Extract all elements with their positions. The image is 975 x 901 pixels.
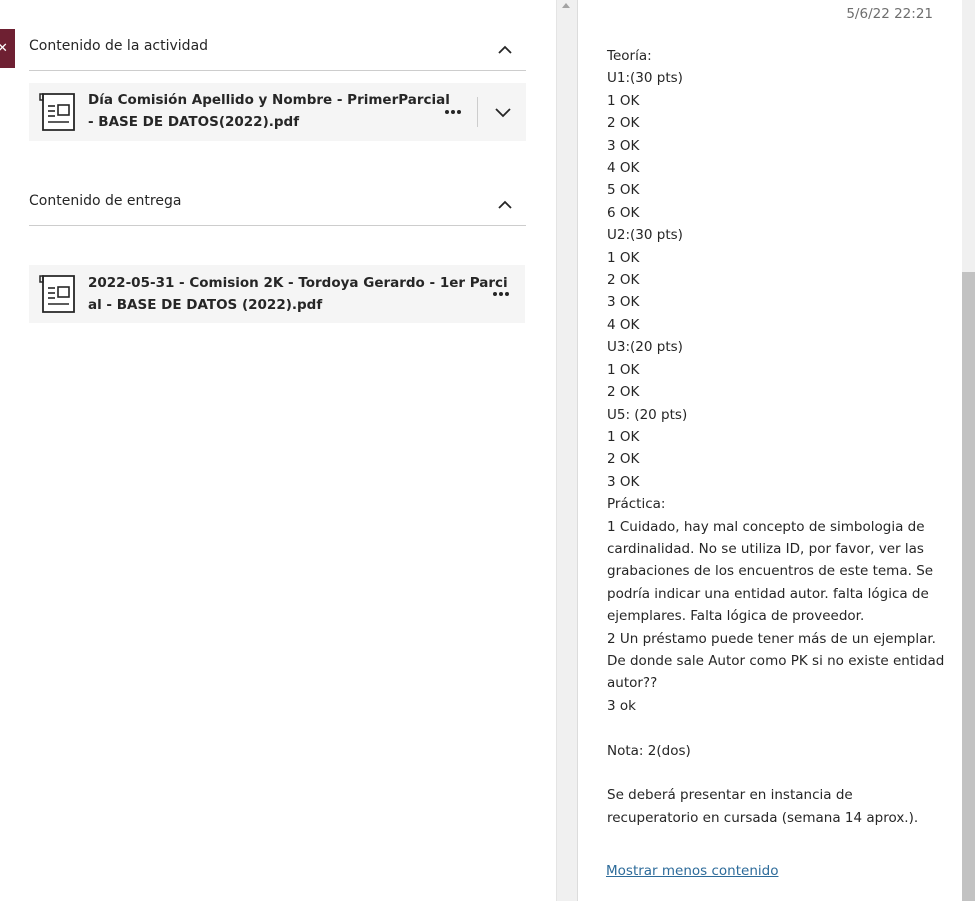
practica-1: 1 Cuidado, hay mal concepto de simbologi… <box>607 518 934 625</box>
scroll-up-arrow-icon[interactable] <box>562 3 570 8</box>
feedback-line: 1 OK <box>607 428 640 445</box>
feedback-line: 6 OK <box>607 204 640 221</box>
feedback-body: Teoría: U1:(30 pts) 1 OK 2 OK 3 OK 4 OK 5 OK 6 … <box>607 45 947 829</box>
feedback-line: Teoría: <box>607 48 652 64</box>
submission-content-title: Contenido de entrega <box>29 193 182 209</box>
submission-content-header[interactable]: Contenido de entrega <box>29 180 526 226</box>
chevron-down-icon[interactable] <box>495 105 511 119</box>
practica-3: 3 ok <box>607 697 636 714</box>
recuperatorio-note: Se deberá presentar en instancia de recu… <box>607 787 919 826</box>
grade-note: Nota: 2(dos) <box>607 742 691 759</box>
submission-file-card[interactable]: 2022-05-31 - Comision 2K - Tordoya Gerar… <box>29 265 525 323</box>
more-options-icon[interactable] <box>444 109 462 115</box>
submission-file-name[interactable]: 2022-05-31 - Comision 2K - Tordoya Gerar… <box>88 273 508 316</box>
feedback-line: 3 OK <box>607 473 640 490</box>
feedback-line: 2 OK <box>607 272 640 289</box>
more-options-icon[interactable] <box>492 291 510 297</box>
document-icon <box>39 93 75 131</box>
activity-file-card[interactable]: Día Comisión Apellido y Nombre - PrimerP… <box>29 83 526 141</box>
feedback-line: 2 OK <box>607 115 640 132</box>
activity-content-header[interactable]: Contenido de la actividad <box>29 25 526 71</box>
feedback-line: U1:(30 pts) <box>607 70 683 87</box>
feedback-lines: Teoría: U1:(30 pts) 1 OK 2 OK 3 OK 4 OK 5 OK 6 … <box>607 45 947 516</box>
feedback-line: Práctica: <box>607 496 666 513</box>
feedback-timestamp: 5/6/22 22:21 <box>846 6 933 22</box>
chevron-up-icon[interactable] <box>498 43 512 57</box>
left-panel: Contenido de la actividad Día Comisión A… <box>29 0 526 901</box>
feedback-line: 1 OK <box>607 249 640 266</box>
close-panel-button[interactable]: ✕ <box>0 29 15 68</box>
feedback-line: 2 OK <box>607 384 640 401</box>
feedback-line: 3 OK <box>607 137 640 154</box>
practica-2: 2 Un préstamo puede tener más de un ejem… <box>607 630 945 692</box>
feedback-line: U5: (20 pts) <box>607 406 688 423</box>
feedback-line: 4 OK <box>607 160 640 177</box>
activity-file-name[interactable]: Día Comisión Apellido y Nombre - PrimerP… <box>88 90 450 133</box>
feedback-line: 5 OK <box>607 182 640 199</box>
divider <box>477 97 478 127</box>
feedback-line: 4 OK <box>607 316 640 333</box>
left-panel-scrollbar[interactable] <box>556 0 578 901</box>
close-icon: ✕ <box>0 41 8 56</box>
feedback-line: 3 OK <box>607 294 640 311</box>
feedback-line: 1 OK <box>607 92 640 109</box>
show-less-link[interactable]: Mostrar menos contenido <box>606 863 778 879</box>
activity-content-title: Contenido de la actividad <box>29 38 209 54</box>
chevron-up-icon[interactable] <box>498 198 512 212</box>
document-icon <box>39 275 75 313</box>
right-scrollbar-thumb[interactable] <box>962 272 975 901</box>
feedback-line: 2 OK <box>607 451 640 468</box>
feedback-line: U2:(30 pts) <box>607 227 683 244</box>
feedback-line: 1 OK <box>607 361 640 378</box>
feedback-line: U3:(20 pts) <box>607 339 683 356</box>
